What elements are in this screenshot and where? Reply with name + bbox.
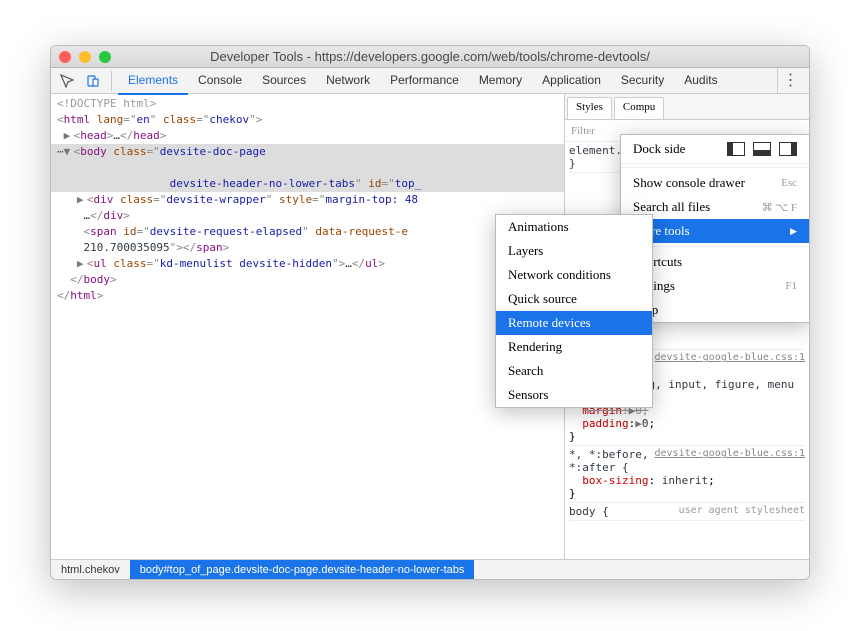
dom-node-ul[interactable]: ▶<ul class="kd-menulist devsite-hidden">… — [51, 256, 564, 272]
submenu-rendering[interactable]: Rendering — [496, 335, 652, 359]
tab-styles[interactable]: Styles — [567, 97, 612, 119]
inspect-element-icon[interactable] — [57, 71, 77, 91]
css-rule-ua-body[interactable]: user agent stylesheet body { — [569, 503, 805, 521]
breadcrumb: html.chekov body#top_of_page.devsite-doc… — [51, 559, 809, 579]
menu-show-console[interactable]: Show console drawerEsc — [621, 171, 809, 195]
tab-security[interactable]: Security — [611, 67, 674, 95]
more-tools-submenu: Animations Layers Network conditions Qui… — [495, 214, 653, 408]
window-title: Developer Tools - https://developers.goo… — [51, 49, 809, 64]
tab-application[interactable]: Application — [532, 67, 611, 95]
filter-input[interactable]: Filter — [571, 125, 595, 137]
more-options-button[interactable]: ⋮ — [777, 68, 803, 94]
crumb-html[interactable]: html.chekov — [51, 560, 130, 579]
submenu-animations[interactable]: Animations — [496, 215, 652, 239]
submenu-quick-source[interactable]: Quick source — [496, 287, 652, 311]
dom-node-div[interactable]: ▶<div class="devsite-wrapper" style="mar… — [51, 192, 564, 208]
device-toolbar-icon[interactable] — [83, 71, 103, 91]
main-toolbar: Elements Console Sources Network Perform… — [51, 68, 809, 94]
dom-doctype: <!DOCTYPE html> — [57, 97, 156, 110]
submenu-layers[interactable]: Layers — [496, 239, 652, 263]
dom-node-body[interactable]: ⋯▼<body class="devsite-doc-page — [51, 144, 564, 160]
submenu-sensors[interactable]: Sensors — [496, 383, 652, 407]
dom-node-html[interactable]: <html lang="en" class="chekov"> — [51, 112, 564, 128]
dock-right-icon[interactable] — [779, 142, 797, 156]
main-content: <!DOCTYPE html> <html lang="en" class="c… — [51, 94, 809, 579]
elements-panel[interactable]: <!DOCTYPE html> <html lang="en" class="c… — [51, 94, 565, 579]
crumb-body[interactable]: body#top_of_page.devsite-doc-page.devsit… — [130, 560, 475, 579]
submenu-remote-devices[interactable]: Remote devices — [496, 311, 652, 335]
devtools-window: Developer Tools - https://developers.goo… — [50, 45, 810, 580]
dom-node-span[interactable]: <span id="devsite-request-elapsed" data-… — [51, 224, 564, 240]
panel-tabs: Elements Console Sources Network Perform… — [118, 67, 728, 95]
dock-side-row: Dock side — [621, 135, 809, 164]
tab-audits[interactable]: Audits — [674, 67, 727, 95]
tab-elements[interactable]: Elements — [118, 67, 188, 95]
dock-bottom-icon[interactable] — [753, 142, 771, 156]
titlebar: Developer Tools - https://developers.goo… — [51, 46, 809, 68]
submenu-search[interactable]: Search — [496, 359, 652, 383]
tab-network[interactable]: Network — [316, 67, 380, 95]
tab-memory[interactable]: Memory — [469, 67, 532, 95]
tab-sources[interactable]: Sources — [252, 67, 316, 95]
tab-computed[interactable]: Compu — [614, 97, 664, 119]
submenu-network-conditions[interactable]: Network conditions — [496, 263, 652, 287]
css-rule-universal[interactable]: devsite-google-blue.css:1 *, *:before, *… — [569, 446, 805, 503]
tab-performance[interactable]: Performance — [380, 67, 469, 95]
dom-node-head[interactable]: ▶<head>…</head> — [51, 128, 564, 144]
tab-console[interactable]: Console — [188, 67, 252, 95]
dock-left-icon[interactable] — [727, 142, 745, 156]
